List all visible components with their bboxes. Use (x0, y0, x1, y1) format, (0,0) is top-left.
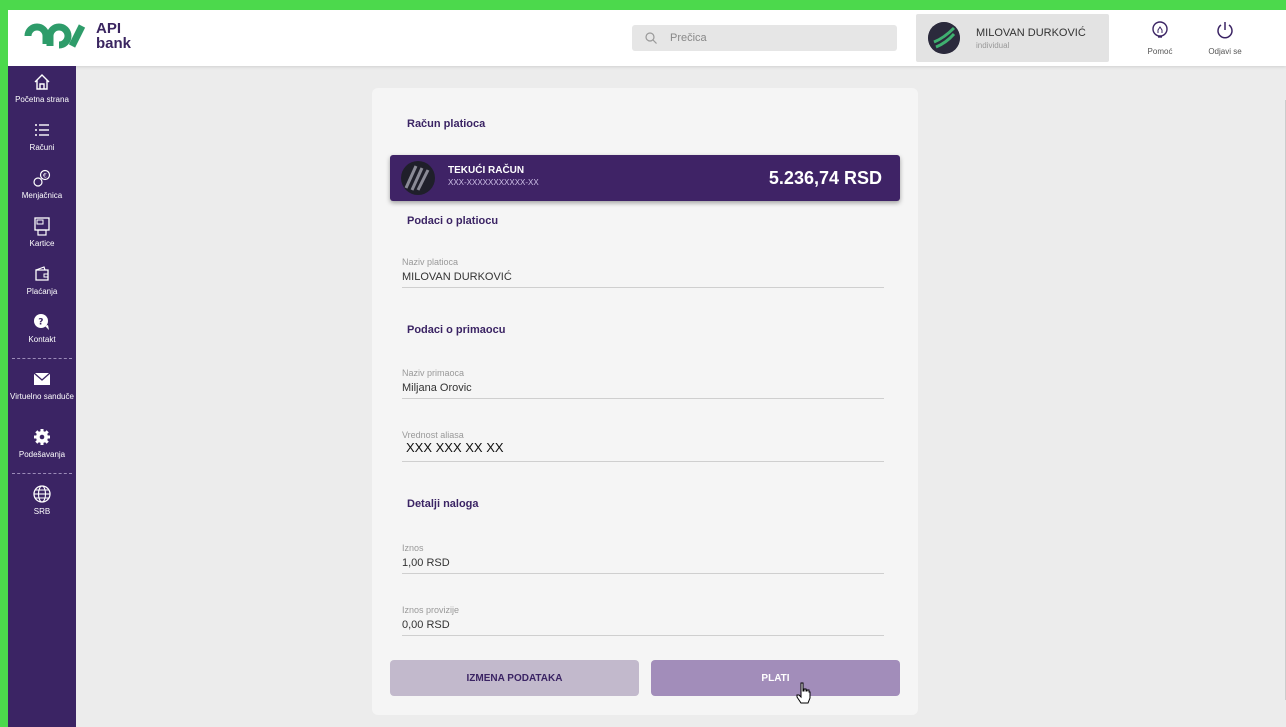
recipient-section-title: Podaci o primaocu (407, 324, 506, 336)
app-window: API bank MILOVAN DURKOVIĆ individual (8, 10, 1286, 727)
sidebar-divider (12, 473, 72, 474)
exchange-icon: € (33, 169, 51, 187)
top-header: API bank MILOVAN DURKOVIĆ individual (8, 10, 1286, 66)
sidebar-item-label: Kontakt (28, 335, 56, 344)
list-icon (35, 124, 49, 136)
logout-label: Odjavi se (1208, 47, 1242, 56)
recipient-name-label: Naziv primaoca (402, 368, 465, 378)
chat-icon: ? (34, 314, 49, 330)
sidebar: Početna strana Računi € Menjačnica Karti… (8, 66, 76, 727)
sidebar-item-exchange[interactable]: € Menjačnica (8, 162, 76, 210)
payer-section-title: Podaci o platiocu (407, 215, 499, 227)
sidebar-item-label: Kartice (29, 239, 55, 248)
sidebar-item-mailbox[interactable]: Virtuelno sanduče (8, 363, 76, 421)
sidebar-divider (12, 358, 72, 359)
help-label: Pomoć (1147, 47, 1173, 56)
account-name: TEKUĆI RAČUN (448, 165, 525, 176)
search-icon (645, 32, 657, 44)
user-role: individual (976, 40, 1010, 50)
order-section-title: Detalji naloga (407, 498, 479, 510)
logo-text-api: API (96, 20, 122, 37)
sidebar-item-label: Početna strana (15, 95, 69, 104)
sidebar-item-label: SRB (33, 507, 51, 516)
user-name: MILOVAN DURKOVIĆ (976, 26, 1086, 39)
edit-data-button[interactable]: IZMENA PODATAKA (390, 660, 639, 696)
lightbulb-icon (1152, 21, 1168, 38)
alias-field[interactable]: Vrednost aliasa XXX XXX XX XX (402, 430, 884, 462)
avatar-logo-icon (928, 22, 960, 54)
api-logo-icon (24, 23, 86, 49)
wallet-icon (35, 266, 49, 281)
help-button[interactable]: Pomoć (1145, 20, 1175, 56)
fee-value: 0,00 RSD (402, 619, 450, 631)
alias-value: XXX XXX XX XX (406, 440, 504, 455)
globe-icon (33, 485, 51, 503)
mail-icon (33, 372, 51, 385)
logo-text: API bank (96, 21, 131, 51)
sidebar-item-label: Menjačnica (21, 191, 63, 200)
recipient-name-field[interactable]: Naziv primaoca Miljana Orovic (402, 368, 884, 399)
amount-value: 1,00 RSD (402, 557, 450, 569)
amount-field[interactable]: Iznos 1,00 RSD (402, 543, 884, 574)
sidebar-item-label: Plaćanja (26, 287, 58, 296)
payment-form-card: Račun platioca TEKUĆI RAČUN XXX-XXXXXXXX… (372, 88, 918, 715)
logo-text-bank: bank (96, 35, 132, 52)
sidebar-item-settings[interactable]: Podešavanja (8, 421, 76, 469)
svg-text:?: ? (38, 318, 43, 328)
account-logo-icon (401, 161, 435, 195)
amount-label: Iznos (402, 543, 424, 553)
svg-text:€: € (43, 173, 47, 180)
search-input[interactable] (670, 32, 870, 44)
sidebar-item-payments[interactable]: Plaćanja (8, 258, 76, 306)
user-profile[interactable]: MILOVAN DURKOVIĆ individual (916, 14, 1109, 62)
pay-button[interactable]: PLATI (651, 660, 900, 696)
sidebar-item-accounts[interactable]: Računi (8, 114, 76, 162)
account-balance: 5.236,74 RSD (768, 168, 882, 188)
sidebar-item-label: Virtuelno sanduče (10, 392, 74, 401)
sidebar-item-label: Podešavanja (18, 450, 66, 459)
api-bank-logo[interactable]: API bank (24, 18, 131, 54)
card-icon (34, 217, 50, 236)
power-icon (1217, 22, 1233, 39)
gear-icon (34, 429, 50, 445)
sidebar-item-contact[interactable]: ? Kontakt (8, 306, 76, 354)
sidebar-item-language[interactable]: SRB (8, 478, 76, 526)
payer-account-selector[interactable]: TEKUĆI RAČUN XXX-XXXXXXXXXXX-XX 5.236,74… (390, 155, 900, 201)
account-number: XXX-XXXXXXXXXXX-XX (448, 178, 539, 187)
avatar (928, 22, 960, 54)
home-icon (34, 74, 50, 90)
sidebar-item-cards[interactable]: Kartice (8, 210, 76, 258)
logout-button[interactable]: Odjavi se (1205, 20, 1245, 56)
fee-label: Iznos provizije (402, 605, 460, 615)
search-box[interactable] (632, 25, 897, 51)
recipient-name-value: Miljana Orovic (402, 382, 472, 394)
sidebar-item-label: Računi (29, 143, 55, 152)
alias-label: Vrednost aliasa (402, 430, 464, 440)
payer-name-value: MILOVAN DURKOVIĆ (402, 271, 512, 283)
sidebar-item-home[interactable]: Početna strana (8, 66, 76, 114)
payer-name-label: Naziv platioca (402, 257, 459, 267)
payer-name-field[interactable]: Naziv platioca MILOVAN DURKOVIĆ (402, 257, 884, 288)
fee-field[interactable]: Iznos provizije 0,00 RSD (402, 605, 884, 636)
payer-account-title: Račun platioca (407, 118, 486, 130)
hand-cursor-icon (796, 682, 811, 704)
